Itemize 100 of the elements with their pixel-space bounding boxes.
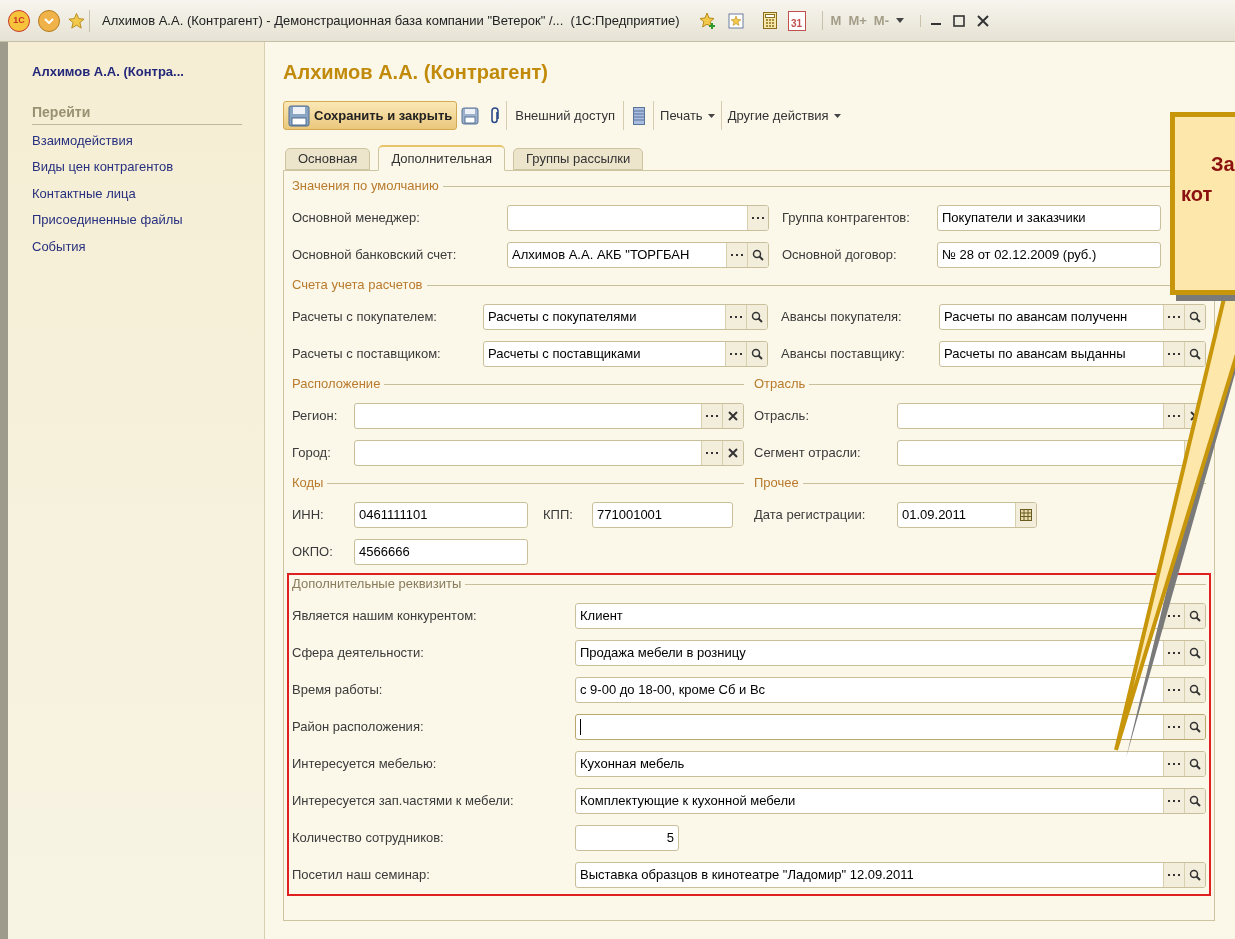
tab[interactable]: Основная <box>285 148 371 170</box>
menu-button[interactable]: Печать <box>654 101 722 130</box>
clear-button[interactable] <box>722 441 743 465</box>
sidebar-link[interactable]: Взаимодействия <box>32 130 242 150</box>
choose-button[interactable] <box>1163 863 1184 887</box>
menu-button[interactable]: Другие действия <box>721 101 847 130</box>
choose-button[interactable] <box>1163 789 1184 813</box>
open-button[interactable] <box>1184 604 1205 628</box>
input-field[interactable]: 771001001 <box>592 502 733 528</box>
tab[interactable]: Дополнительная <box>378 145 505 171</box>
input-field[interactable]: 5 <box>575 825 679 851</box>
choose-button[interactable] <box>1163 752 1184 776</box>
caret-icon <box>833 113 841 118</box>
chevron-down-icon <box>44 17 54 24</box>
tab[interactable]: Группы рассылки <box>513 148 644 170</box>
input-field[interactable]: Комплектующие к кухонной мебели <box>575 788 1206 814</box>
field-label: Авансы покупателя: <box>780 308 903 327</box>
input-field[interactable]: 4566666 <box>354 539 528 565</box>
maximize-icon[interactable] <box>953 14 965 27</box>
input-field[interactable] <box>575 714 1206 740</box>
choose-button[interactable] <box>725 305 746 329</box>
input-field[interactable]: Расчеты по авансам выданны <box>939 341 1206 367</box>
choose-button[interactable] <box>747 206 768 230</box>
choose-button[interactable] <box>701 404 722 428</box>
search-icon <box>1189 610 1201 622</box>
ellipsis-icon <box>1168 352 1180 356</box>
ellipsis-icon <box>730 352 742 356</box>
open-button[interactable] <box>1184 678 1205 702</box>
input-field[interactable]: Покупатели и заказчики <box>937 205 1161 231</box>
input-field[interactable]: Алхимов А.А. АКБ "ТОРГБАН <box>507 242 769 268</box>
choose-button[interactable] <box>1163 342 1184 366</box>
open-button[interactable] <box>1184 789 1205 813</box>
open-button[interactable] <box>747 243 768 267</box>
sidebar-link[interactable]: События <box>32 236 242 256</box>
field-label: Время работы: <box>292 681 384 700</box>
input-field[interactable] <box>354 403 744 429</box>
sidebar-link[interactable]: Контактные лица <box>32 183 242 203</box>
calculator-icon <box>762 12 777 29</box>
open-button[interactable] <box>1184 342 1205 366</box>
input-field[interactable]: № 28 от 02.12.2009 (руб.) <box>937 242 1161 268</box>
main-menu-button[interactable] <box>38 9 60 32</box>
ellipsis-icon <box>1168 725 1180 729</box>
search-icon <box>1189 758 1201 770</box>
sidebar-link[interactable]: Виды цен контрагентов <box>32 157 242 177</box>
field-label: Город: <box>292 444 332 463</box>
choose-button[interactable] <box>1163 715 1184 739</box>
form-title: Алхимов А.А. (Контрагент) <box>283 60 549 85</box>
search-icon <box>1189 348 1201 360</box>
input-field[interactable] <box>354 440 744 466</box>
open-button[interactable] <box>1184 641 1205 665</box>
search-icon <box>1189 721 1201 733</box>
input-field[interactable]: 01.09.2011 <box>897 502 1037 528</box>
choose-button[interactable] <box>725 342 746 366</box>
open-button[interactable] <box>746 342 767 366</box>
callout-text: кот <box>1180 182 1214 207</box>
ellipsis-icon <box>730 315 742 319</box>
field-label: Основной менеджер: <box>292 209 421 228</box>
choose-button[interactable] <box>726 243 747 267</box>
open-button[interactable] <box>1184 863 1205 887</box>
ellipsis-icon <box>1168 315 1180 319</box>
input-field[interactable]: Расчеты по авансам полученн <box>939 304 1206 330</box>
section-title: Коды <box>292 474 324 493</box>
open-button[interactable] <box>1184 752 1205 776</box>
search-icon <box>752 249 764 261</box>
section-title: Отрасль <box>754 375 806 394</box>
field-label: ОКПО: <box>292 543 334 562</box>
external-access-button[interactable]: Внешний доступ <box>507 101 625 130</box>
input-field[interactable]: Кухонная мебель <box>575 751 1206 777</box>
star-icon <box>68 11 85 30</box>
choose-button[interactable] <box>1163 678 1184 702</box>
input-field[interactable]: Выставка образцов в кинотеатре "Ладомир" 12.09.2011 <box>575 862 1206 888</box>
section-title: Значения по умолчанию <box>292 177 439 196</box>
input-field[interactable]: 0461111101 <box>354 502 528 528</box>
ellipsis-icon <box>1168 762 1180 766</box>
open-button[interactable] <box>746 305 767 329</box>
choose-button[interactable] <box>1163 305 1184 329</box>
field-label: Основной договор: <box>781 246 898 265</box>
sidebar-link[interactable]: Присоединенные файлы <box>32 210 242 230</box>
input-field[interactable]: Продажа мебели в розницу <box>575 640 1206 666</box>
search-icon <box>1189 311 1201 323</box>
open-button[interactable] <box>1184 715 1205 739</box>
choose-button[interactable] <box>1163 641 1184 665</box>
choose-button[interactable] <box>701 441 722 465</box>
input-field[interactable]: Клиент <box>575 603 1206 629</box>
open-button[interactable] <box>1184 305 1205 329</box>
save-and-close-button[interactable]: Сохранить и закрыть <box>283 101 458 130</box>
clear-button[interactable] <box>722 404 743 428</box>
input-field[interactable] <box>507 205 769 231</box>
calendar-button[interactable]: 31 <box>787 10 806 31</box>
choose-button[interactable] <box>1163 404 1184 428</box>
input-field[interactable]: Расчеты с поставщиками <box>483 341 768 367</box>
input-field[interactable]: Расчеты с покупателями <box>483 304 768 330</box>
field-label: ИНН: <box>292 506 325 525</box>
close-icon <box>728 448 738 458</box>
add-favorite-button[interactable] <box>697 10 718 31</box>
input-field[interactable]: с 9-00 до 18-00, кроме Сб и Вс <box>575 677 1206 703</box>
search-icon <box>1189 869 1201 881</box>
calendar-button[interactable] <box>1015 503 1036 527</box>
search-icon <box>1189 795 1201 807</box>
close-icon[interactable] <box>977 14 989 27</box>
